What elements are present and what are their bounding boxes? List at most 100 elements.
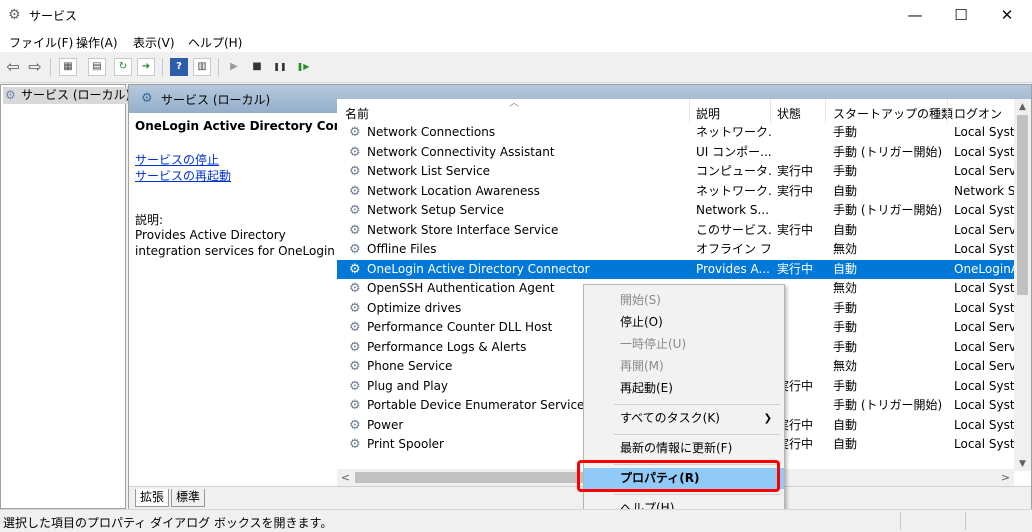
window-title: サービス — [29, 9, 78, 23]
services-gear-icon: ⚙ — [5, 88, 16, 102]
toolbar-separator — [50, 58, 51, 76]
table-row[interactable]: ⚙ OneLogin Active Directory Connector Prov… — [337, 259, 1031, 279]
close-button[interactable]: ✕ — [984, 0, 1030, 30]
table-row[interactable]: ⚙ Network Location Awareness ネットワーク... 実行中 自… — [337, 182, 1031, 201]
menu-separator — [614, 464, 780, 465]
service-gear-icon: ⚙ — [349, 417, 361, 433]
service-gear-icon: ⚙ — [349, 359, 361, 374]
service-startup-type: 無効 — [833, 242, 858, 256]
scroll-right-arrow-icon[interactable]: > — [997, 469, 1014, 486]
menu-stop[interactable]: 停止(O) — [584, 312, 784, 333]
service-gear-icon: ⚙ — [349, 261, 361, 277]
service-description: オフライン フ... — [696, 242, 772, 256]
extended-description-pane: OneLogin Active Directory Connector サービス… — [129, 113, 386, 485]
table-row[interactable]: ⚙ Network List Service コンピュータ... 実行中 手動 Local… — [337, 162, 1031, 181]
menu-restart[interactable]: 再起動(E) — [584, 378, 784, 399]
service-gear-icon: ⚙ — [349, 183, 361, 199]
menu-file[interactable]: ファイル(F) — [9, 34, 73, 51]
service-startup-type: 自動 — [833, 183, 858, 198]
tab-extended[interactable]: 拡張 — [135, 489, 170, 507]
properties-sheet-icon[interactable]: ▤ — [88, 58, 106, 76]
service-name: Network Setup Service — [367, 203, 505, 217]
column-description[interactable]: 説明 — [696, 105, 720, 122]
service-name: OneLogin Active Directory Connector — [367, 261, 590, 276]
status-bar: 選択した項目のプロパティ ダイアログ ボックスを開きます。 — [0, 509, 1032, 532]
table-row[interactable]: ⚙ Network Store Interface Service このサービス..… — [337, 221, 1031, 240]
column-logon[interactable]: ログオン — [954, 105, 1002, 122]
service-startup-type: 手動 (トリガー開始) — [833, 203, 943, 217]
stop-service-icon[interactable]: ■ — [248, 58, 266, 76]
vertical-scrollbar[interactable]: ▲ ▼ — [1014, 99, 1031, 471]
console-tree-icon[interactable]: ▦ — [59, 58, 77, 76]
menu-pause[interactable]: 一時停止(U) — [584, 334, 784, 355]
start-service-icon[interactable]: ▶ — [225, 58, 243, 76]
column-startup-type[interactable]: スタートアップの種類 — [833, 105, 953, 122]
column-status[interactable]: 状態 — [777, 105, 801, 122]
service-description: Provides A... — [696, 261, 770, 276]
menu-refresh[interactable]: 最新の情報に更新(F) — [584, 438, 784, 459]
table-row[interactable]: ⚙ Network Connections ネットワーク... 手動 Local Sys… — [337, 123, 1031, 142]
column-divider[interactable] — [947, 99, 948, 123]
service-startup-type: 手動 — [833, 339, 858, 354]
forward-arrow-icon[interactable]: ⇨ — [26, 58, 44, 76]
column-divider[interactable] — [770, 99, 771, 123]
menu-all-tasks[interactable]: すべてのタスク(K) ❯ — [584, 408, 784, 429]
menu-action[interactable]: 操作(A) — [76, 34, 118, 51]
restart-service-icon[interactable]: ❚▶ — [294, 58, 312, 76]
refresh-icon[interactable]: ↻ — [114, 58, 132, 76]
services-panel: ⚙ サービス (ローカル) OneLogin Active Directory … — [128, 84, 1032, 509]
menu-resume[interactable]: 再開(M) — [584, 356, 784, 377]
list-header: ︿ 名前 説明 状態 スタートアップの種類 ログオン — [337, 99, 1031, 123]
status-divider — [965, 512, 966, 530]
service-description: コンピュータ... — [696, 164, 772, 178]
service-gear-icon: ⚙ — [349, 300, 361, 316]
scroll-down-arrow-icon[interactable]: ▼ — [1014, 456, 1031, 471]
services-gear-icon: ⚙ — [8, 7, 21, 23]
pause-service-icon[interactable]: ❚❚ — [271, 58, 289, 76]
service-gear-icon: ⚙ — [349, 144, 361, 160]
column-name[interactable]: 名前 — [345, 105, 369, 122]
service-startup-type: 自動 — [833, 417, 858, 432]
tree-node-services-local[interactable]: ⚙ サービス (ローカル) — [3, 87, 134, 104]
table-row[interactable]: ⚙Offline Filesオフライン フ...無効Local Syste — [337, 240, 1031, 259]
vertical-scroll-thumb[interactable] — [1017, 115, 1028, 295]
service-startup-type: 手動 — [833, 164, 858, 178]
menu-view[interactable]: 表示(V) — [133, 34, 175, 51]
panel-title: サービス (ローカル) — [161, 93, 271, 107]
service-startup-type: 手動 — [833, 378, 858, 393]
menu-separator — [614, 404, 780, 405]
context-menu: 開始(S) 停止(O) 一時停止(U) 再開(M) 再起動(E) すべてのタスク… — [583, 284, 785, 521]
service-name: Network Connections — [367, 125, 496, 139]
menu-help[interactable]: ヘルプ(H) — [188, 34, 242, 51]
back-arrow-icon[interactable]: ⇦ — [4, 58, 22, 76]
service-name: Network Location Awareness — [367, 183, 540, 198]
service-name: Offline Files — [367, 242, 437, 256]
scroll-up-arrow-icon[interactable]: ▲ — [1014, 99, 1031, 115]
table-row[interactable]: ⚙ Network Connectivity Assistant UI コンポー..… — [337, 143, 1031, 162]
service-status: 実行中 — [777, 164, 814, 178]
minimize-button[interactable]: — — [892, 0, 938, 30]
scroll-left-arrow-icon[interactable]: < — [337, 469, 354, 486]
column-divider[interactable] — [825, 99, 826, 123]
show-pane-icon[interactable]: ▥ — [193, 58, 211, 76]
service-gear-icon: ⚙ — [349, 398, 361, 413]
menu-start[interactable]: 開始(S) — [584, 290, 784, 311]
menu-properties[interactable]: プロパティ(R) — [584, 468, 784, 489]
export-list-icon[interactable]: ➜ — [137, 58, 155, 76]
description-text: Provides Active Directory integration se… — [135, 228, 335, 258]
tree-node-label: サービス (ローカル) — [21, 88, 131, 102]
service-startup-type: 手動 (トリガー開始) — [833, 398, 943, 412]
tab-standard[interactable]: 標準 — [171, 489, 206, 507]
help-icon[interactable]: ? — [170, 58, 188, 76]
stop-service-link[interactable]: サービスの停止 — [135, 151, 219, 168]
column-divider[interactable] — [689, 99, 690, 123]
service-startup-type: 自動 — [833, 261, 858, 276]
menu-separator — [614, 494, 780, 495]
service-name: Network Store Interface Service — [367, 222, 559, 237]
service-startup-type: 手動 — [833, 300, 858, 315]
services-gear-icon: ⚙ — [141, 91, 153, 106]
maximize-button[interactable]: ☐ — [938, 0, 984, 30]
view-tabs: 拡張 標準 — [129, 486, 1031, 509]
table-row[interactable]: ⚙ Network Setup Service Network S... 手動 (トリ… — [337, 201, 1031, 220]
restart-service-link[interactable]: サービスの再起動 — [135, 167, 231, 184]
